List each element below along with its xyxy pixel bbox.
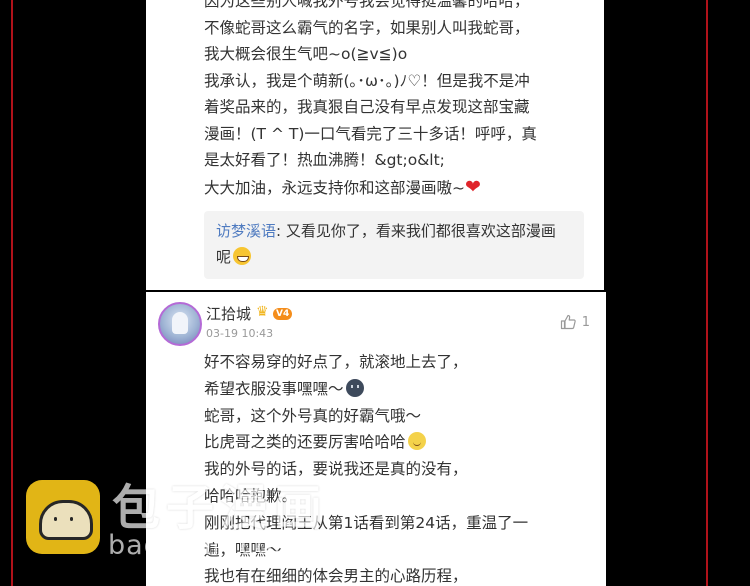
- comment-line: 希望衣服没事嘿嘿～: [204, 376, 528, 403]
- reply-separator: :: [276, 222, 286, 240]
- comment-line: 哈哈哈抱歉。: [204, 486, 298, 505]
- vip-badge: V4: [273, 308, 293, 320]
- comment-line: 好不容易穿的好点了，就滚地上去了，: [204, 353, 468, 371]
- comment-line-text: 比虎哥之类的还要厉害哈哈哈: [204, 433, 406, 452]
- comment-line: 不像蛇哥这么霸气的名字，如果别人叫我蛇哥，: [204, 18, 530, 37]
- comment-line: 遍，嘿嘿～: [204, 540, 282, 559]
- comment-line: 漫画！(T ^ T)一口气看完了三十多话！呼呼，真: [204, 124, 537, 143]
- comment-line: 我承认，我是个萌新(｡･ω･｡)ﾉ♡！但是我不是冲: [204, 71, 530, 90]
- reply-text-2: 呢: [216, 248, 232, 266]
- right-red-border: [706, 0, 708, 586]
- comment-line: 我的外号的话，要说我还是真的没有，: [204, 460, 468, 479]
- comment-line: 比虎哥之类的还要厉害哈哈哈: [204, 429, 528, 456]
- crown-icon: ♛: [256, 304, 269, 320]
- thumbs-up-icon: [560, 314, 576, 330]
- comment-card-top: 因为这些别人喊我外号我会觉得挺温馨的哈哈， 不像蛇哥这么霸气的名字，如果别人叫我…: [146, 0, 604, 290]
- user-name[interactable]: 江拾城: [206, 303, 251, 324]
- timestamp: 03-19 10:43: [206, 327, 274, 340]
- dark-face-icon: [345, 378, 364, 397]
- like-count: 1: [581, 314, 590, 330]
- red-heart-icon: ❤: [465, 175, 481, 198]
- comment-body: 因为这些别人喊我外号我会觉得挺温馨的哈哈， 不像蛇哥这么霸气的名字，如果别人叫我…: [204, 0, 537, 201]
- comment-line: 因为这些别人喊我外号我会觉得挺温馨的哈哈，: [204, 0, 530, 10]
- comment-line: 我大概会很生气吧~o(≧v≦)o: [204, 45, 408, 63]
- reply-text: 又看见你了，看来我们都很喜欢这部漫画: [285, 222, 556, 240]
- comment-line: 着奖品来的，我真狠自己没有早点发现这部宝藏: [204, 98, 530, 116]
- reply-author[interactable]: 访梦溪语: [216, 222, 276, 240]
- baozi-bun-icon: [26, 480, 100, 554]
- left-red-border: [11, 0, 13, 586]
- comment-line-text: 希望衣服没事嘿嘿～: [204, 379, 344, 398]
- smiling-face-icon: [407, 432, 426, 451]
- comment-line: 刚刚把代理阎王从第1话看到第24话，重温了一: [204, 513, 529, 532]
- comment-body: 好不容易穿的好点了，就滚地上去了， 希望衣服没事嘿嘿～ 蛇哥，这个外号真的好霸气…: [204, 349, 528, 586]
- reply-box[interactable]: 访梦溪语: 又看见你了，看来我们都很喜欢这部漫画 呢: [204, 211, 584, 279]
- avatar[interactable]: [158, 302, 202, 346]
- comment-line: 蛇哥，这个外号真的好霸气哦～: [204, 406, 422, 425]
- comment-line: 是太好看了！热血沸腾！&gt;o&lt;: [204, 151, 445, 169]
- comment-line: 我也有在细细的体会男主的心路历程，: [204, 567, 468, 586]
- grinning-face-icon: [233, 247, 252, 265]
- comment-line: 大大加油，永远支持你和这部漫画嗷~❤: [204, 174, 537, 202]
- like-button[interactable]: 1: [560, 314, 590, 330]
- comment-card-bottom: 江拾城 ♛ V4 03-19 10:43 1 好不容易穿的好点了，就滚地上去了，…: [146, 292, 606, 586]
- comment-line-text: 大大加油，永远支持你和这部漫画嗷~: [204, 178, 465, 197]
